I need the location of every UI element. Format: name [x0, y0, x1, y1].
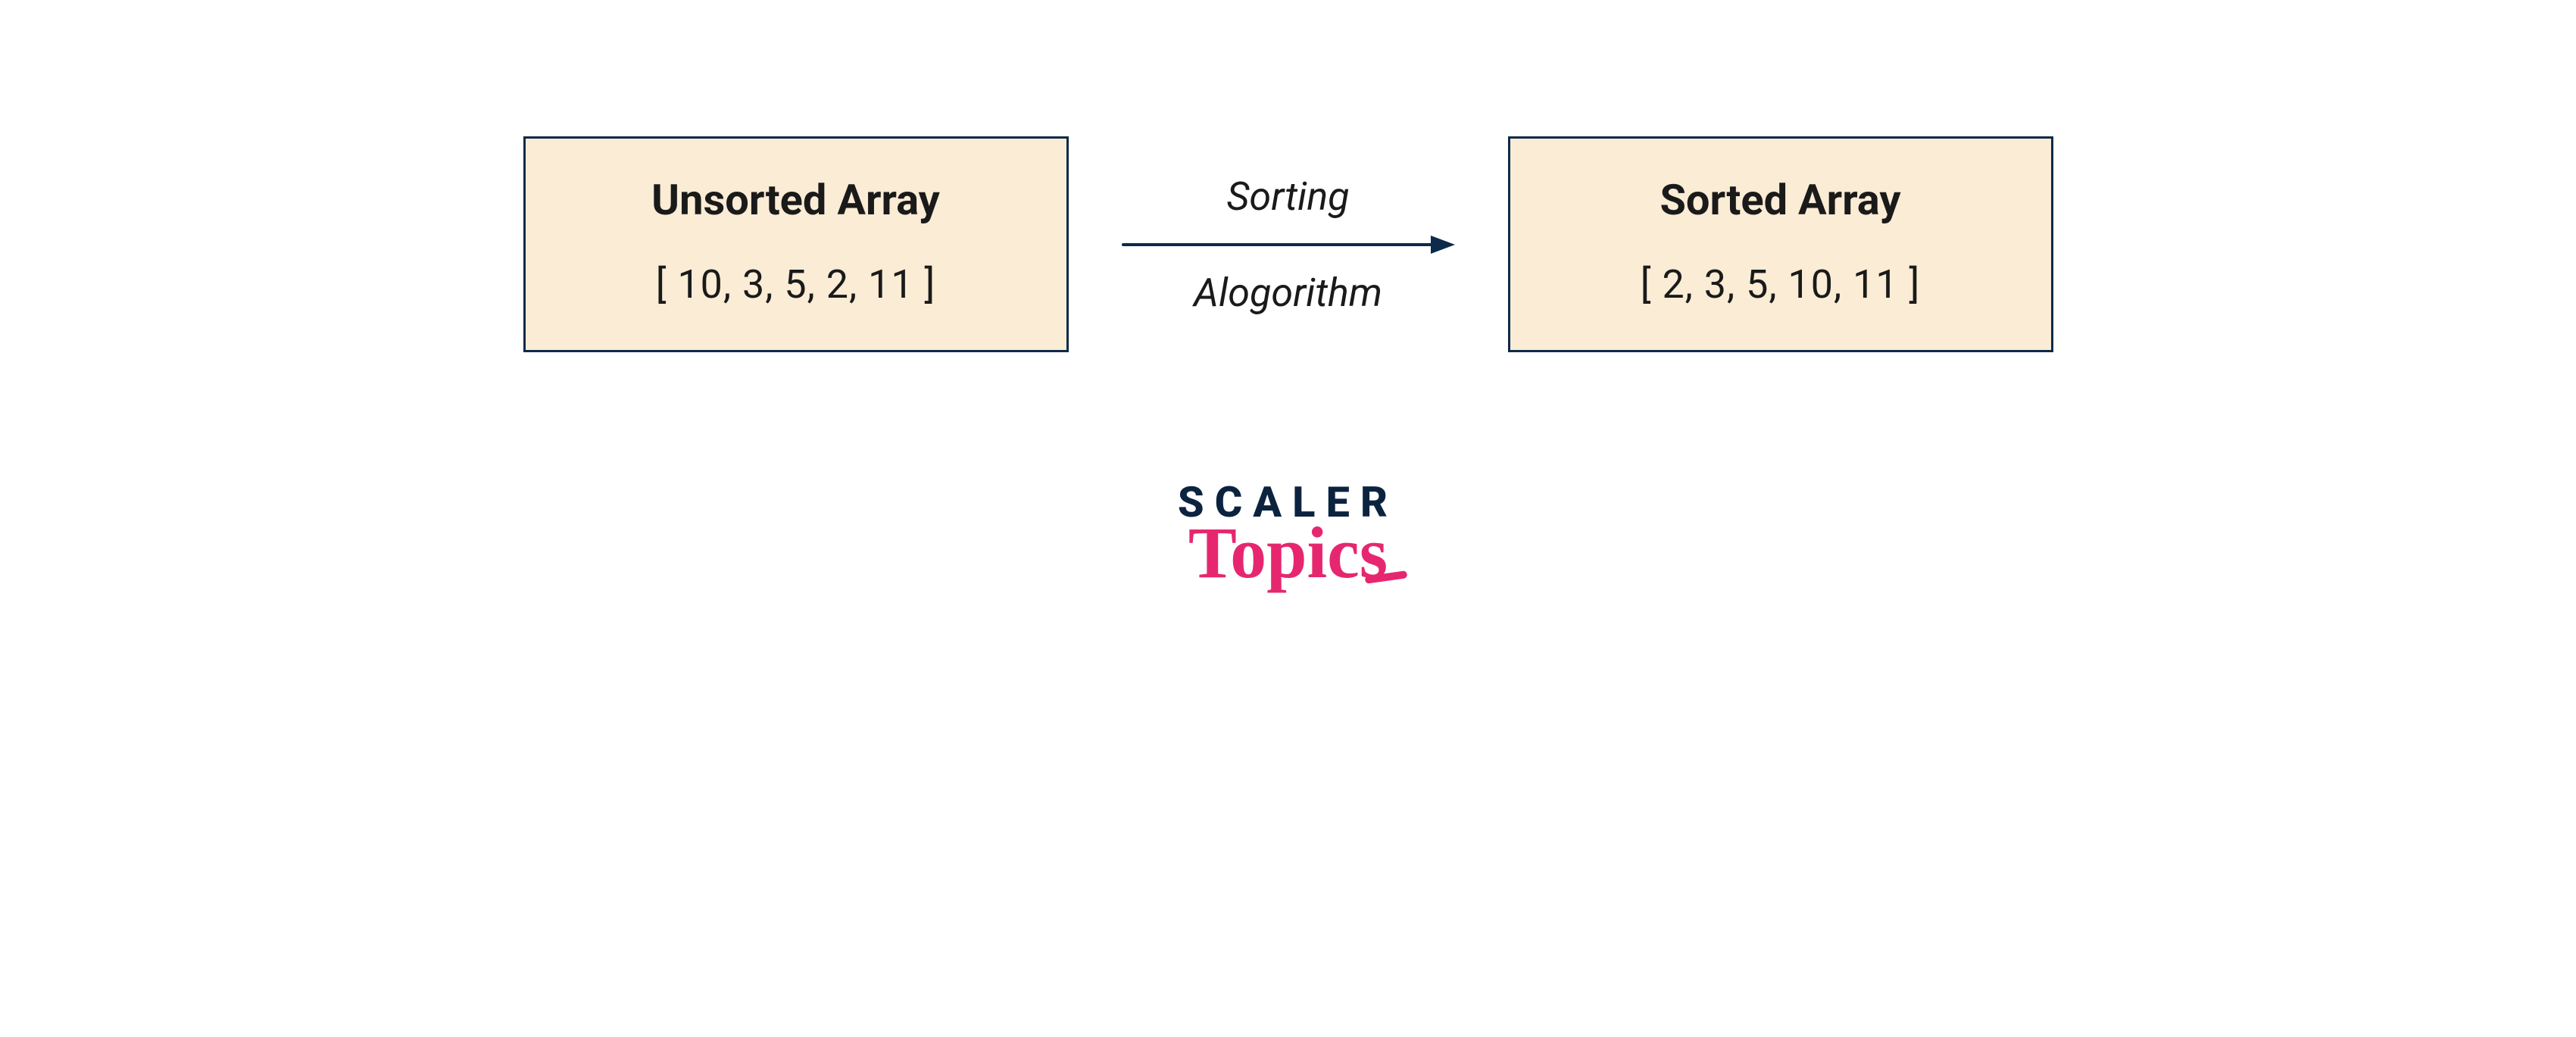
- arrow-label-bottom: Alogorithm: [1194, 270, 1382, 316]
- sorted-array-box: Sorted Array [ 2, 3, 5, 10, 11 ]: [1508, 136, 2053, 352]
- unsorted-array-title: Unsorted Array: [586, 175, 1006, 225]
- sorted-array-content: [ 2, 3, 5, 10, 11 ]: [1571, 261, 1991, 308]
- arrow-right-icon: [1122, 232, 1455, 258]
- sorted-array-title: Sorted Array: [1571, 175, 1991, 225]
- unsorted-array-content: [ 10, 3, 5, 2, 11 ]: [586, 261, 1006, 308]
- arrow-label-top: Sorting: [1226, 173, 1349, 220]
- arrow-block: Sorting Alogorithm: [1122, 173, 1455, 316]
- brand-bottom-text: Topics: [1188, 520, 1388, 586]
- brand-logo: SCALER Topics: [1178, 481, 1398, 586]
- sorting-diagram: Unsorted Array [ 10, 3, 5, 2, 11 ] Sorti…: [523, 136, 2053, 352]
- unsorted-array-box: Unsorted Array [ 10, 3, 5, 2, 11 ]: [523, 136, 1069, 352]
